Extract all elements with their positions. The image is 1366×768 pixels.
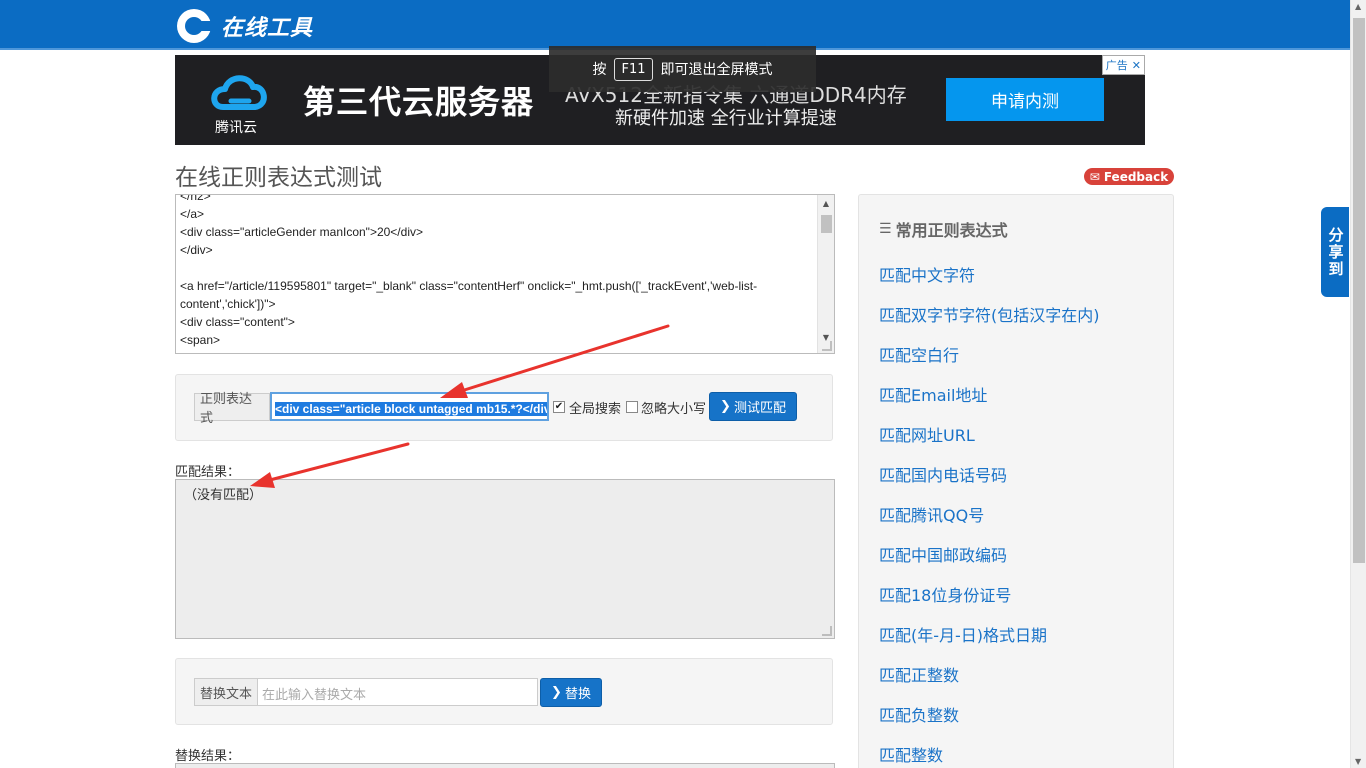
- sidebar-item-email[interactable]: 匹配Email地址: [879, 382, 987, 406]
- replace-input[interactable]: 在此输入替换文本: [257, 678, 538, 706]
- share-label: 分享到: [1326, 226, 1345, 278]
- logo-c-icon: [177, 9, 215, 43]
- replace-result-label: 替换结果：: [175, 749, 241, 764]
- regex-label: 正则表达式: [194, 392, 270, 426]
- site-name: 在线工具: [221, 15, 314, 41]
- mail-icon: ✉: [1089, 169, 1100, 184]
- sidebar-item-positive-int[interactable]: 匹配正整数: [879, 662, 959, 686]
- ignore-case-label: 忽略大小写: [641, 402, 707, 417]
- sidebar-title: ☰ 常用正则表达式: [879, 217, 1008, 241]
- sidebar-item-negative-int[interactable]: 匹配负整数: [879, 702, 959, 726]
- ad-headline: 第三代云服务器: [303, 83, 535, 121]
- list-icon: ☰: [879, 221, 892, 237]
- feedback-label: Feedback: [1103, 169, 1169, 184]
- regex-input[interactable]: <div class="article block untagged mb15.…: [270, 392, 549, 421]
- ad-tag[interactable]: 广告 ✕: [1101, 55, 1145, 75]
- replace-result-box[interactable]: [175, 763, 835, 768]
- global-search-checkbox[interactable]: ✔: [553, 401, 565, 413]
- sidebar-item-blank-line[interactable]: 匹配空白行: [879, 342, 959, 366]
- replace-button[interactable]: ❯ 替换: [540, 678, 602, 707]
- sidebar-item-postcode[interactable]: 匹配中国邮政编码: [879, 542, 1007, 566]
- fullscreen-hint-before: 按: [592, 62, 607, 78]
- sidebar-title-text: 常用正则表达式: [895, 221, 1008, 240]
- test-match-button[interactable]: ❯ 测试匹配: [709, 392, 797, 421]
- match-result-box[interactable]: （没有匹配）: [175, 479, 835, 639]
- sidebar-item-id-card[interactable]: 匹配18位身份证号: [879, 582, 1011, 606]
- page-scrollbar[interactable]: ▲ ▼: [1350, 0, 1366, 768]
- sidebar-item-phone[interactable]: 匹配国内电话号码: [879, 462, 1007, 486]
- site-logo[interactable]: 在线工具: [175, 7, 313, 45]
- match-result-label: 匹配结果：: [175, 465, 241, 480]
- replace-button-label: 替换: [564, 687, 591, 702]
- ignore-case-checkbox[interactable]: [626, 401, 638, 413]
- sidebar-item-chinese-chars[interactable]: 匹配中文字符: [879, 262, 975, 286]
- sidebar-item-double-byte[interactable]: 匹配双字节字符(包括汉字在内): [879, 302, 1100, 326]
- global-search-label: 全局搜索: [569, 402, 622, 417]
- page-scroll-thumb[interactable]: [1353, 18, 1365, 563]
- fullscreen-hint-after: 即可退出全屏模式: [660, 62, 773, 78]
- common-regex-sidebar: ☰ 常用正则表达式 匹配中文字符 匹配双字节字符(包括汉字在内) 匹配空白行 匹…: [858, 194, 1174, 768]
- ad-close-icon[interactable]: ✕: [1132, 59, 1141, 72]
- ad-line-2: 新硬件加速 全行业计算提速: [615, 108, 837, 129]
- sidebar-item-integer[interactable]: 匹配整数: [879, 742, 943, 766]
- page-scroll-down-icon[interactable]: ▼: [1355, 757, 1361, 766]
- chevron-down-icon: ❯: [551, 685, 562, 700]
- match-result-text: （没有匹配）: [184, 488, 263, 503]
- resize-handle-icon[interactable]: [822, 341, 832, 351]
- replace-text-label: 替换文本: [194, 678, 258, 706]
- source-scrollbar[interactable]: ▲ ▼: [817, 195, 834, 353]
- ad-tag-label: 广告: [1105, 59, 1128, 72]
- ad-cta-button[interactable]: 申请内测: [946, 78, 1104, 121]
- feedback-button[interactable]: ✉ Feedback: [1084, 168, 1174, 185]
- sidebar-item-date[interactable]: 匹配(年-月-日)格式日期: [879, 622, 1047, 646]
- scroll-up-arrow-icon[interactable]: ▲: [818, 195, 834, 211]
- source-scroll-thumb[interactable]: [821, 215, 832, 233]
- sidebar-item-url[interactable]: 匹配网址URL: [879, 422, 975, 446]
- fullscreen-hint: 按 F11 即可退出全屏模式: [549, 46, 816, 92]
- page-title: 在线正则表达式测试: [175, 165, 382, 191]
- source-text: </h2> </a> <div class="articleGender man…: [180, 194, 758, 347]
- f11-key-badge: F11: [614, 57, 653, 81]
- result-resize-handle-icon[interactable]: [822, 626, 832, 636]
- sidebar-item-qq[interactable]: 匹配腾讯QQ号: [879, 502, 984, 526]
- source-textarea[interactable]: </h2> </a> <div class="articleGender man…: [175, 194, 835, 354]
- page-scroll-up-icon[interactable]: ▲: [1355, 2, 1361, 11]
- top-header: 在线工具: [0, 0, 1350, 50]
- regex-input-value: <div class="article block untagged mb15.…: [275, 402, 547, 416]
- test-match-label: 测试匹配: [733, 401, 786, 416]
- share-widget[interactable]: 分享到: [1321, 207, 1349, 297]
- ad-brand: 腾讯云: [215, 120, 257, 136]
- chevron-down-icon: ❯: [720, 399, 731, 414]
